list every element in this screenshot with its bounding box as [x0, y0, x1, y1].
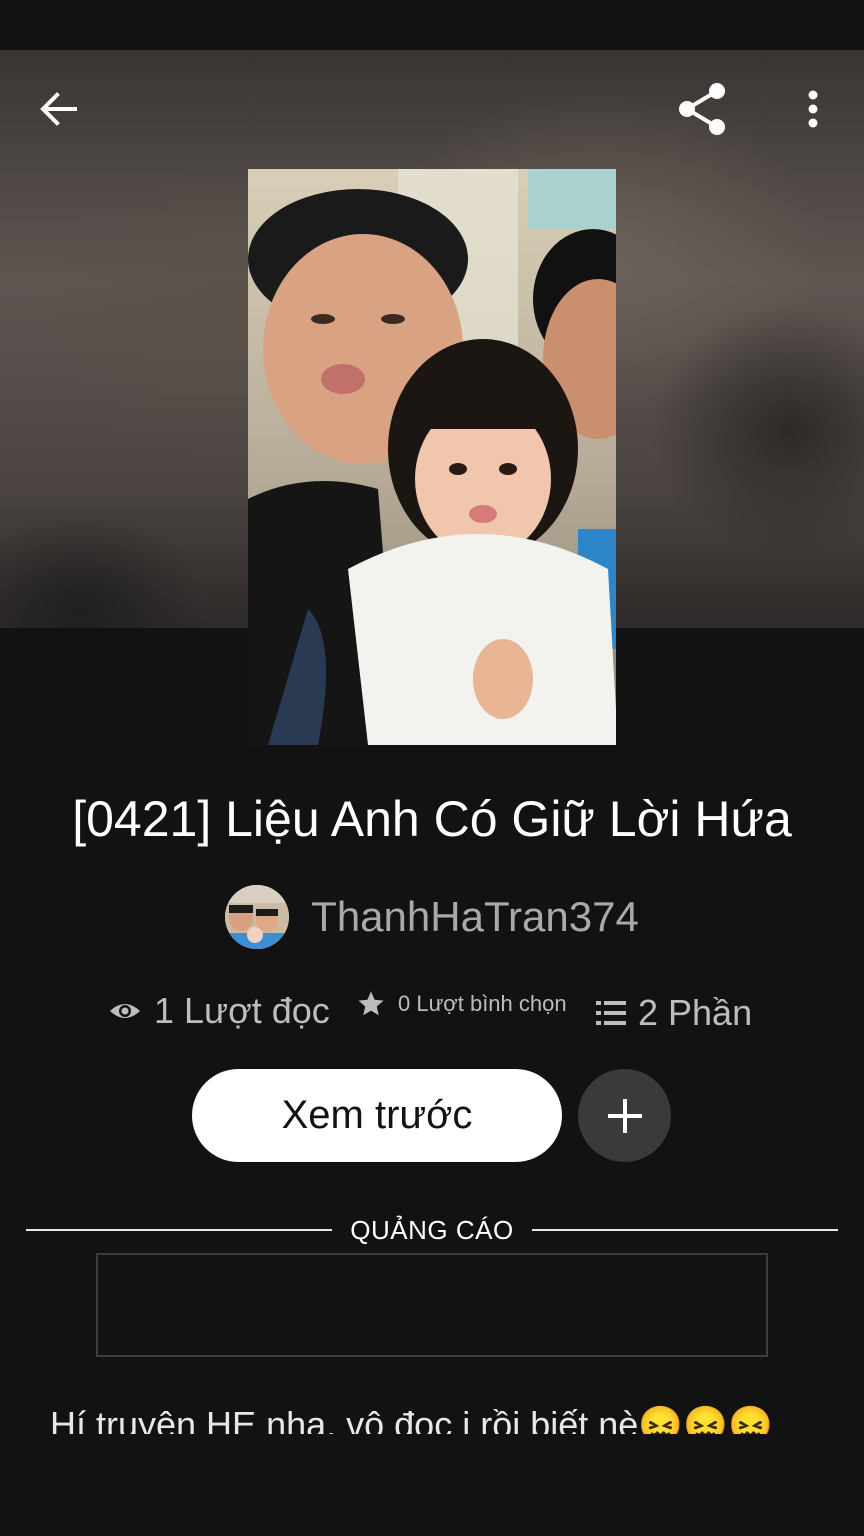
divider-line: [26, 1229, 333, 1231]
ad-label: QUẢNG CÁO: [350, 1214, 514, 1245]
story-description: Hí truyện HE nha, vô đọc i rồi biết nè😖😖…: [50, 1404, 773, 1434]
share-icon: [679, 83, 725, 135]
more-options-button[interactable]: [790, 80, 836, 138]
author-row[interactable]: ThanhHaTran374: [0, 884, 864, 950]
story-stats: 1 Lượt đọc 0 Lượt bình chọn 2 Phần: [0, 984, 864, 1044]
back-button[interactable]: [24, 80, 94, 138]
preview-read-button[interactable]: Xem trước: [192, 1069, 562, 1162]
plus-icon: [607, 1098, 642, 1133]
list-icon: [596, 1000, 626, 1026]
parts-count: 2 Phần: [638, 992, 753, 1033]
ad-divider: QUẢNG CÁO: [26, 1210, 839, 1250]
author-name[interactable]: ThanhHaTran374: [311, 892, 639, 942]
star-icon: [356, 989, 386, 1019]
more-vertical-icon: [808, 90, 818, 128]
avatar[interactable]: [225, 885, 290, 949]
votes-count: 0 Lượt bình chọn: [398, 991, 567, 1016]
reads-count: 1 Lượt đọc: [154, 990, 330, 1031]
divider-line: [531, 1229, 839, 1231]
parts-stat: 2 Phần: [596, 990, 752, 1036]
reads-stat: 1 Lượt đọc: [108, 988, 330, 1034]
ad-slot[interactable]: [96, 1253, 768, 1357]
votes-stat: 0 Lượt bình chọn: [356, 984, 567, 1024]
eye-icon: [108, 999, 142, 1023]
story-cover-image[interactable]: [248, 169, 616, 745]
share-button[interactable]: [670, 76, 736, 142]
arrow-left-icon: [40, 92, 77, 126]
add-to-library-button[interactable]: [578, 1069, 671, 1162]
story-title: [0421] Liệu Anh Có Giữ Lời Hứa: [72, 791, 792, 847]
description-container: Hí truyện HE nha, vô đọc i rồi biết nè😖😖…: [50, 1398, 840, 1434]
status-bar: [0, 0, 864, 50]
